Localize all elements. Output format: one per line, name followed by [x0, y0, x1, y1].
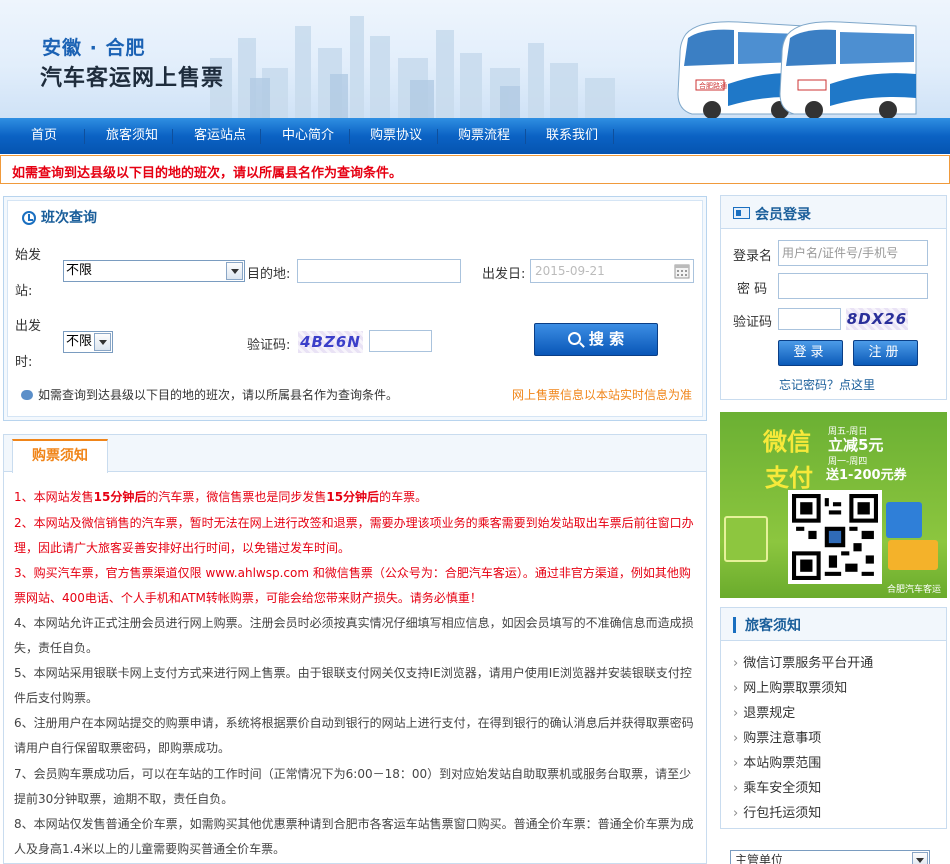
- chevron-down-icon: [94, 333, 111, 351]
- query-tip: 如需查询到达县级以下目的地的班次，请以所属县名作为查询条件。: [38, 388, 399, 402]
- city-skyline-image: [210, 16, 615, 118]
- member-login-panel: 会员登录 登录名 用户名/证件号/手机号 密 码 验证码 8DX26 登录 注册…: [720, 195, 947, 400]
- login-button[interactable]: 登录: [778, 340, 843, 366]
- logo-city-text: 安徽 · 合肥: [42, 37, 146, 59]
- nav-divider: [525, 129, 526, 144]
- guide-link[interactable]: 本站购票范围: [733, 752, 821, 771]
- guide-link[interactable]: 购票注意事项: [733, 727, 821, 746]
- login-title: 会员登录: [755, 207, 811, 223]
- supervisor-unit-select[interactable]: 主管单位: [730, 850, 930, 864]
- captcha-input[interactable]: [369, 330, 432, 352]
- nav-divider: [349, 129, 350, 144]
- qr-code-image: [788, 490, 882, 584]
- speech-bubble-icon: [21, 390, 33, 400]
- nav-stations[interactable]: 客运站点: [188, 118, 252, 154]
- purchase-notice-panel: 购票须知 1、本网站发售15分钟后的汽车票，微信售票也是同步发售15分钟后的车票…: [3, 434, 707, 864]
- header-banner: 安徽 · 合肥 汽车客运网上售票 合肥路通: [0, 0, 950, 118]
- promo-line2: 支付: [765, 464, 813, 492]
- destination-label: 目的地:: [247, 267, 291, 282]
- section-marker: [733, 617, 736, 633]
- main-nav: 首页 旅客须知 客运站点 中心简介 购票协议 购票流程 联系我们: [0, 118, 950, 154]
- id-card-icon: [733, 207, 750, 219]
- notice-item: 6、注册用户在本网站提交的购票申请，系统将根据票价自动到银行的网站上进行支付，在…: [14, 716, 694, 755]
- bus-sign-text: 合肥路通: [699, 81, 727, 90]
- gift-box-icon: [724, 516, 768, 562]
- schedule-query-panel: 班次查询 始发 站: 不限 目的地: 出发日: 2015-09-21 出发 时:…: [3, 196, 707, 421]
- notice-item: 1、本网站发售15分钟后的汽车票，微信售票也是同步发售15分钟后的车票。: [14, 490, 428, 504]
- nav-about[interactable]: 中心简介: [276, 118, 340, 154]
- wechat-pay-promo-banner[interactable]: 微信 支付 周五-周日 立减5元 周一-周四 送1-200元券 合肥汽车客运: [720, 412, 947, 598]
- depart-station-label: 始发: [15, 248, 42, 263]
- nav-divider: [172, 129, 173, 144]
- captcha-image[interactable]: 4BZ6N: [298, 331, 363, 353]
- promo-small4: 送1-200元券: [826, 468, 907, 483]
- forgot-password-link[interactable]: 忘记密码？点这里: [779, 376, 875, 393]
- unit-select-value: 主管单位: [735, 853, 784, 864]
- guide-link[interactable]: 退票规定: [733, 702, 795, 721]
- depart-station-label-2: 站:: [15, 284, 33, 299]
- guide-title: 旅客须知: [745, 618, 801, 634]
- captcha-label: 验证码:: [247, 338, 291, 353]
- guide-link[interactable]: 行包托运须知: [733, 802, 821, 821]
- clock-icon: [22, 211, 36, 225]
- tab-purchase-notice[interactable]: 购票须知: [12, 439, 108, 473]
- nav-agreement[interactable]: 购票协议: [364, 118, 428, 154]
- logo-title-text: 汽车客运网上售票: [40, 66, 225, 91]
- nav-divider: [613, 129, 614, 144]
- guide-link[interactable]: 乘车安全须知: [733, 777, 821, 796]
- calendar-icon[interactable]: [674, 263, 690, 279]
- chevron-down-icon: [226, 262, 243, 280]
- notice-item: 4、本网站允许正式注册会员进行网上购票。注册会员时必须按真实情况仔细填写相应信息…: [14, 616, 694, 655]
- password-input[interactable]: [778, 273, 928, 299]
- search-icon: [567, 332, 581, 345]
- notice-item: 8、本网站仅发售普通全价车票，如需购买其他优惠票种请到合肥市各客运车站售票窗口购…: [14, 817, 694, 856]
- notice-item: 7、会员购车票成功后，可以在车站的工作时间（正常情况下为6:00－18：00）到…: [14, 767, 692, 806]
- nav-passenger-guide[interactable]: 旅客须知: [100, 118, 164, 154]
- realtime-info-note: 网上售票信息以本站实时信息为准: [511, 388, 692, 402]
- depart-time-select[interactable]: 不限: [63, 331, 113, 353]
- notice-item: 2、本网站及微信销售的汽车票，暂时无法在网上进行改签和退票，需要办理该项业务的乘…: [14, 516, 694, 555]
- notice-item: 5、本网站采用银联卡网上支付方式来进行网上售票。由于银联支付网关仅支持IE浏览器…: [14, 666, 692, 705]
- nav-divider: [84, 129, 85, 144]
- depart-time-label-2: 时:: [15, 355, 33, 370]
- notice-text: 如需查询到达县级以下目的地的班次，请以所属县名作为查询条件。: [12, 166, 403, 181]
- gift-box-icon: [888, 540, 938, 570]
- bus-image: [779, 21, 917, 118]
- search-button[interactable]: 搜 索: [534, 323, 658, 356]
- depart-time-label: 出发: [15, 319, 42, 334]
- nav-divider: [437, 129, 438, 144]
- search-button-label: 搜 索: [588, 330, 625, 348]
- destination-input[interactable]: [297, 259, 461, 283]
- query-title: 班次查询: [41, 210, 97, 226]
- date-label: 出发日:: [482, 267, 526, 282]
- guide-link[interactable]: 网上购票取票须知: [733, 677, 847, 696]
- notice-bar: 如需查询到达县级以下目的地的班次，请以所属县名作为查询条件。: [0, 155, 950, 184]
- depart-station-value: 不限: [66, 263, 93, 278]
- password-label: 密 码: [737, 282, 768, 297]
- username-label: 登录名: [733, 249, 773, 264]
- register-button[interactable]: 注册: [853, 340, 918, 366]
- username-input[interactable]: 用户名/证件号/手机号: [778, 240, 928, 266]
- guide-link[interactable]: 微信订票服务平台开通: [733, 652, 873, 671]
- promo-line1: 微信: [763, 428, 811, 456]
- login-captcha-label: 验证码: [733, 315, 773, 330]
- login-captcha-input[interactable]: [778, 308, 841, 330]
- promo-footer: 合肥汽车客运: [886, 585, 941, 595]
- passenger-guide-panel: 旅客须知 微信订票服务平台开通 网上购票取票须知 退票规定 购票注意事项 本站购…: [720, 607, 947, 829]
- date-value: 2015-09-21: [535, 264, 605, 278]
- depart-station-select[interactable]: 不限: [63, 260, 245, 282]
- nav-home[interactable]: 首页: [18, 118, 70, 154]
- login-captcha-image[interactable]: 8DX26: [846, 308, 908, 330]
- gift-box-icon: [886, 502, 922, 538]
- purchase-tabbar: 购票须知: [4, 435, 706, 473]
- chevron-down-icon: [912, 852, 928, 864]
- nav-contact[interactable]: 联系我们: [540, 118, 604, 154]
- nav-process[interactable]: 购票流程: [452, 118, 516, 154]
- depart-time-value: 不限: [66, 334, 93, 349]
- nav-divider: [260, 129, 261, 144]
- date-input[interactable]: 2015-09-21: [530, 259, 694, 283]
- promo-small2: 立减5元: [828, 436, 884, 454]
- notice-item: 3、购买汽车票，官方售票渠道仅限 www.ahlwsp.com 和微信售票（公众…: [14, 566, 691, 605]
